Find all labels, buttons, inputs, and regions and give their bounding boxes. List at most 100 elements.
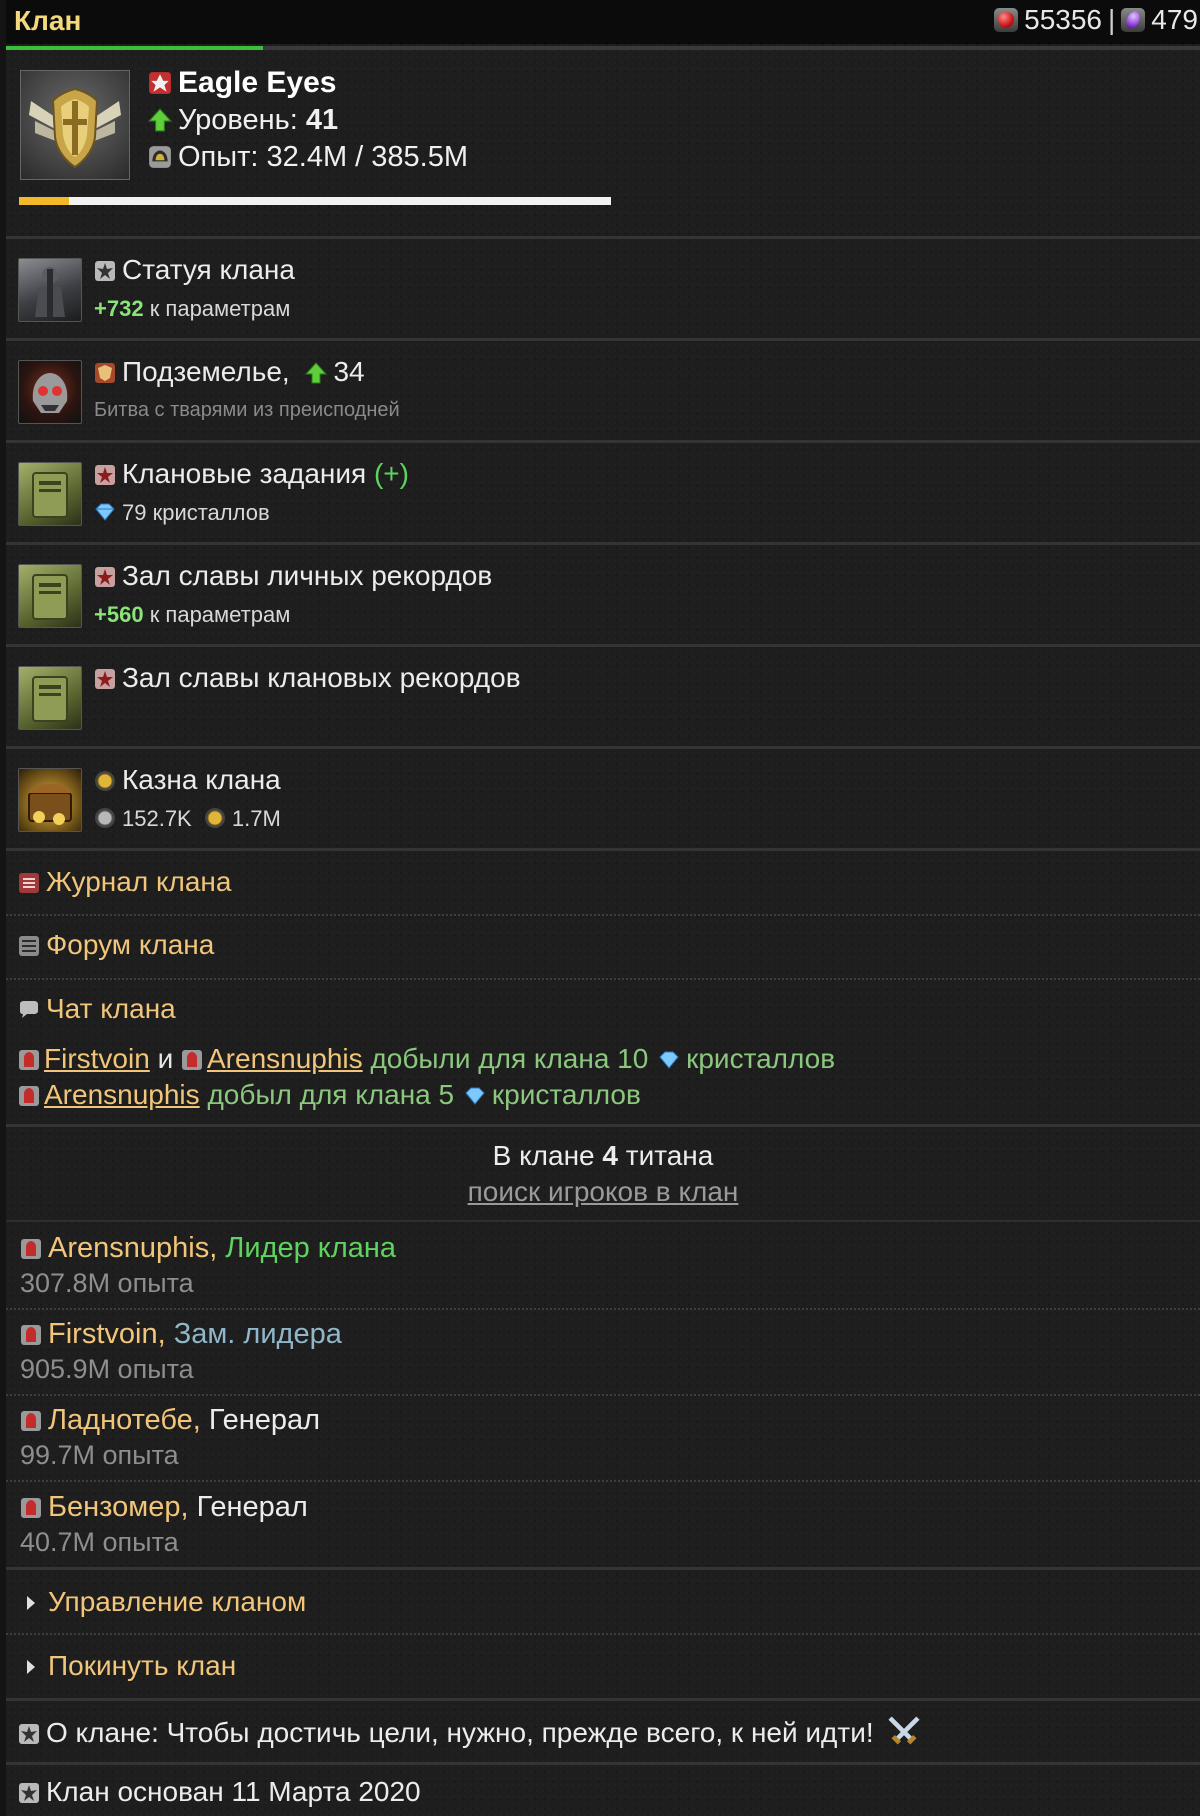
search-players-link[interactable]: поиск игроков в клан (468, 1176, 739, 1207)
chat-link[interactable]: Чат клана (18, 993, 176, 1025)
clan-level-label: Уровень: (178, 104, 298, 136)
violet-gem-icon (1121, 8, 1146, 32)
member-name[interactable]: Firstvoin, (48, 1318, 166, 1350)
divider (6, 1308, 1200, 1310)
forum-link[interactable]: Форум клана (18, 929, 214, 961)
hall-personal-bonus-suffix: к параметрам (149, 602, 291, 627)
chat-message: Arensnuphis добыл для клана 5 кристаллов (18, 1079, 641, 1111)
treasury-title[interactable]: Казна клана (94, 764, 281, 796)
silver-coin-icon (95, 808, 115, 828)
leave-clan-label: Покинуть клан (48, 1650, 237, 1681)
task-icon (95, 465, 115, 485)
journal-link[interactable]: Журнал клана (18, 866, 231, 898)
top-progress-fill (6, 46, 263, 50)
tasks-title[interactable]: Клановые задания (+) (94, 458, 409, 490)
hall-personal-bonus: +560 к параметрам (94, 602, 290, 628)
divider (6, 440, 1200, 443)
chat-icon (20, 1001, 38, 1018)
member-name[interactable]: Arensnuphis, (48, 1232, 217, 1264)
tasks-plus: (+) (373, 458, 409, 489)
clan-level-value: 41 (305, 104, 339, 136)
level-up-arrow-icon (305, 362, 328, 384)
top-bar: Клан 55356 | 479 (6, 0, 1200, 44)
treasury-balance: 152.7K 1.7M (94, 806, 281, 832)
chat-user-link[interactable]: Firstvoin (44, 1043, 150, 1074)
divider (6, 644, 1200, 647)
coin-icon (95, 771, 115, 791)
divider (6, 1762, 1200, 1765)
members-count-value: 4 (602, 1140, 618, 1171)
hall-personal-title[interactable]: Зал славы личных рекордов (94, 560, 492, 592)
titan-icon (19, 1086, 39, 1106)
clan-page: Клан 55356 | 479 Eagle Eyes Уровень: 41 … (6, 0, 1200, 1816)
manage-clan-label: Управление кланом (48, 1586, 307, 1617)
divider (6, 236, 1200, 239)
statue-title-text: Статуя клана (122, 254, 295, 285)
divider (6, 1567, 1200, 1570)
divider (6, 1480, 1200, 1482)
hall-personal-title-text: Зал славы личных рекордов (122, 560, 493, 591)
member-row[interactable]: Firstvoin, Зам. лидера (20, 1318, 342, 1351)
treasury-silver: 152.7K (122, 806, 192, 831)
members-count-prefix: В клане (492, 1140, 595, 1171)
clan-about-text: О клане: Чтобы достичь цели, нужно, преж… (46, 1717, 874, 1748)
member-name[interactable]: Ладнотебе, (48, 1404, 201, 1436)
hall-clan-title[interactable]: Зал славы клановых рекордов (94, 662, 521, 694)
red-gem-icon (994, 8, 1019, 32)
crystal-icon (659, 1051, 679, 1069)
chat-suffix: кристаллов (491, 1079, 641, 1110)
dungeon-thumbnail[interactable] (18, 360, 82, 424)
member-exp: 905.9M опыта (20, 1354, 194, 1384)
member-role: Лидер клана (225, 1232, 397, 1264)
page-title: Клан (14, 5, 82, 36)
hall-clan-title-text: Зал славы клановых рекордов (122, 662, 521, 693)
helmet-icon (149, 146, 171, 168)
clan-experience: Опыт: 32.4M / 385.5M (148, 141, 468, 174)
search-players-link-wrap: поиск игроков в клан (6, 1176, 1200, 1208)
member-role: Генерал (196, 1491, 308, 1523)
hall-personal-bonus-value: +560 (94, 602, 144, 627)
journal-label: Журнал клана (46, 866, 232, 897)
hall-clan-thumbnail[interactable] (18, 666, 82, 730)
divider (6, 1633, 1200, 1635)
divider (6, 542, 1200, 545)
member-exp: 40.7M опыта (20, 1527, 179, 1557)
divider (6, 338, 1200, 341)
task-icon (95, 669, 115, 689)
member-role: Зам. лидера (173, 1318, 342, 1350)
member-name[interactable]: Бензомер, (48, 1491, 189, 1523)
divider (6, 978, 1200, 980)
statue-title[interactable]: Статуя клана (94, 254, 295, 286)
divider (6, 848, 1200, 851)
chevron-right-icon (27, 1596, 35, 1610)
manage-clan-link[interactable]: Управление кланом (20, 1586, 306, 1618)
member-exp: 99.7M опыта (20, 1440, 179, 1470)
gold-coin-icon (204, 808, 225, 828)
hall-personal-thumbnail[interactable] (18, 564, 82, 628)
member-row[interactable]: Arensnuphis, Лидер клана (20, 1232, 396, 1265)
chat-user-link[interactable]: Arensnuphis (44, 1079, 200, 1110)
treasury-thumbnail[interactable] (18, 768, 82, 832)
tasks-crystals: 79 кристаллов (122, 500, 270, 525)
statue-thumbnail[interactable] (18, 258, 82, 322)
member-row[interactable]: Бензомер, Генерал (20, 1491, 308, 1524)
clan-flag-icon (149, 72, 171, 94)
top-progress-bar (6, 46, 1200, 50)
chat-user-link[interactable]: Arensnuphis (207, 1043, 363, 1074)
clan-exp-bar (19, 197, 611, 205)
chat-text: добыл для клана 5 (207, 1079, 455, 1110)
member-row[interactable]: Ладнотебе, Генерал (20, 1404, 320, 1437)
red-gem-count: 55356 (1024, 4, 1102, 35)
chat-conjunction: и (157, 1043, 174, 1074)
titan-icon (21, 1239, 41, 1259)
dungeon-title[interactable]: Подземелье, 34 (94, 356, 365, 388)
divider (6, 1220, 1200, 1222)
clan-founded-text: Клан основан 11 Марта 2020 (46, 1776, 421, 1807)
clan-emblem[interactable] (20, 70, 130, 180)
tasks-thumbnail[interactable] (18, 462, 82, 526)
leave-clan-link[interactable]: Покинуть клан (20, 1650, 236, 1682)
violet-gem-count: 479 (1151, 4, 1198, 35)
divider (6, 914, 1200, 916)
member-exp: 307.8M опыта (20, 1268, 194, 1298)
crystal-icon (95, 503, 115, 521)
